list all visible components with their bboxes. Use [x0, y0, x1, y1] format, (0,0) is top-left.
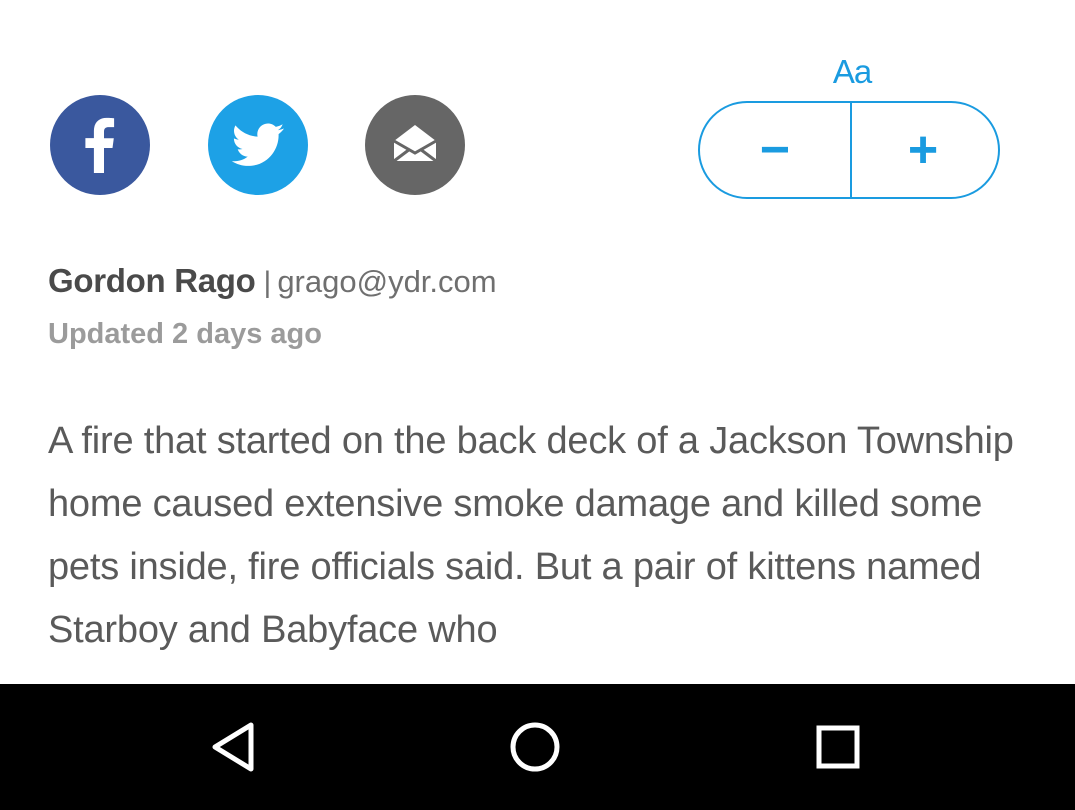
author-name[interactable]: Gordon Rago: [48, 262, 256, 299]
home-circle-icon: [510, 722, 560, 772]
byline: Gordon Rago | grago@ydr.com: [48, 262, 497, 300]
back-triangle-icon: [212, 722, 254, 772]
decrease-font-button[interactable]: −: [700, 103, 850, 197]
email-share-button[interactable]: [365, 95, 465, 195]
byline-separator: |: [263, 266, 272, 299]
increase-font-button[interactable]: +: [848, 103, 998, 197]
article-body: A fire that started on the back deck of …: [48, 420, 1014, 651]
back-button[interactable]: [193, 707, 273, 787]
email-envelope-icon: [393, 125, 437, 163]
updated-timestamp: Updated 2 days ago: [48, 318, 322, 350]
share-bar: Aa − +: [0, 0, 1075, 230]
facebook-share-button[interactable]: [50, 95, 150, 195]
font-size-control: − +: [698, 101, 1000, 199]
facebook-icon: [85, 117, 115, 173]
android-navigation-bar: [0, 684, 1075, 810]
home-button[interactable]: [495, 707, 575, 787]
author-email[interactable]: grago@ydr.com: [277, 264, 496, 299]
font-size-label: Aa: [832, 53, 872, 90]
twitter-share-button[interactable]: [208, 95, 308, 195]
recent-apps-square-icon: [816, 725, 860, 769]
recent-apps-button[interactable]: [798, 707, 878, 787]
twitter-icon: [231, 123, 284, 166]
